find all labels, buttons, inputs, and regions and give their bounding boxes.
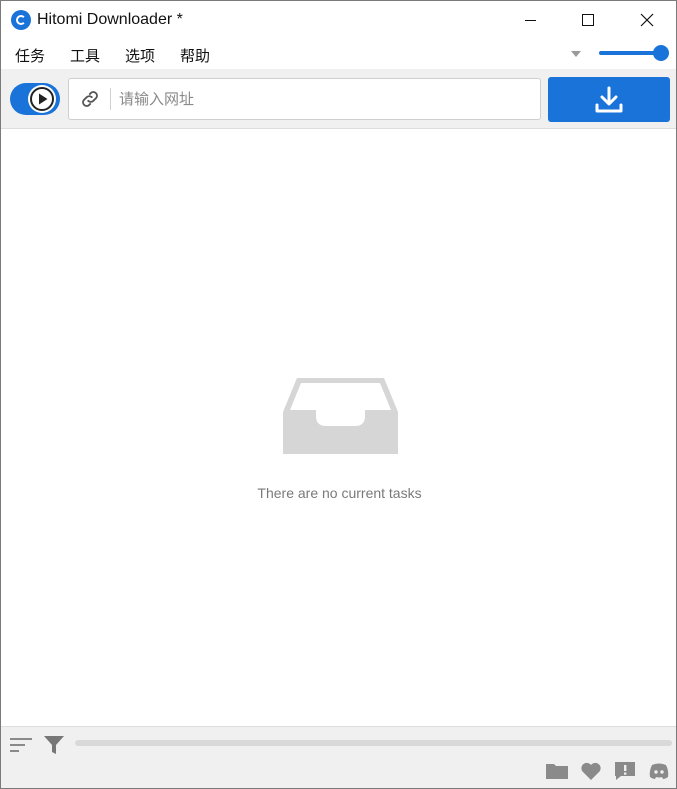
inbox-tray-icon: [283, 378, 398, 454]
feedback-icon[interactable]: [614, 761, 636, 781]
slider-thumb[interactable]: [653, 45, 669, 61]
menu-options[interactable]: 选项: [125, 45, 155, 66]
maximize-button[interactable]: [559, 1, 617, 39]
progress-bar: [75, 740, 672, 746]
app-window: Hitomi Downloader * 任务 工具 选项 帮助 请输入网址 Th…: [0, 0, 677, 789]
close-button[interactable]: [618, 1, 676, 39]
menu-tools[interactable]: 工具: [70, 45, 100, 66]
download-button[interactable]: [548, 77, 670, 122]
start-toggle[interactable]: [10, 83, 60, 115]
filter-icon[interactable]: [44, 735, 64, 755]
menu-tasks[interactable]: 任务: [15, 45, 45, 66]
minimize-button[interactable]: [501, 1, 559, 39]
chevron-down-icon[interactable]: [571, 51, 581, 57]
url-input[interactable]: [119, 87, 529, 111]
menu-help[interactable]: 帮助: [180, 45, 210, 66]
minimize-icon: [524, 19, 536, 21]
toolbar: [1, 69, 676, 129]
close-icon: [640, 13, 654, 27]
folder-icon[interactable]: [546, 761, 568, 781]
slider-track: [599, 51, 661, 55]
url-separator: [110, 88, 111, 110]
title-bar[interactable]: Hitomi Downloader *: [1, 1, 676, 39]
url-field[interactable]: [68, 78, 541, 120]
link-icon: [82, 91, 98, 107]
menu-bar: 任务 工具 选项 帮助: [1, 39, 676, 69]
play-icon: [30, 87, 54, 111]
empty-message: There are no current tasks: [257, 485, 422, 501]
heart-icon[interactable]: [580, 761, 602, 781]
download-icon: [595, 86, 623, 112]
toggle-knob: [28, 85, 56, 113]
discord-icon[interactable]: [648, 761, 670, 781]
sort-icon[interactable]: [10, 737, 32, 753]
task-list: There are no current tasks: [1, 130, 676, 726]
volume-slider[interactable]: [599, 45, 669, 61]
maximize-icon: [582, 14, 594, 26]
hitomi-logo-icon: [11, 10, 31, 30]
window-title: Hitomi Downloader *: [37, 11, 183, 28]
bottom-bar: [1, 726, 676, 788]
